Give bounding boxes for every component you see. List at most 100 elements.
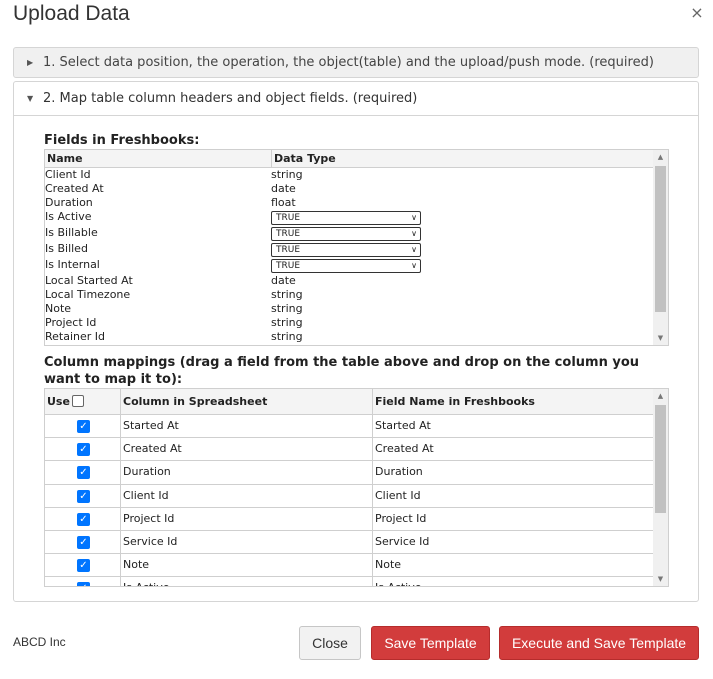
use-column-header: Use: [45, 389, 121, 415]
field-row[interactable]: Is Internal TRUE ∨: [45, 258, 654, 274]
field-row[interactable]: Local Started At date: [45, 274, 654, 288]
field-name: Retainer Id: [45, 330, 106, 343]
step-1-header[interactable]: ▶ 1. Select data position, the operation,…: [13, 47, 699, 78]
mapped-field-cell[interactable]: Service Id: [373, 531, 654, 553]
field-type-value: TRUE: [276, 245, 301, 255]
fields-header-name: Name: [47, 152, 83, 165]
field-type: date: [271, 182, 296, 195]
mapped-field-cell[interactable]: Note: [373, 554, 654, 576]
mapped-field-cell[interactable]: Created At: [373, 438, 654, 460]
field-row[interactable]: Duration float: [45, 196, 654, 210]
chevron-down-icon: ∨: [411, 261, 417, 270]
use-checkbox[interactable]: ✓: [77, 466, 90, 480]
mapping-use-cell: ✓: [45, 438, 121, 461]
save-template-button[interactable]: Save Template: [371, 626, 490, 660]
mappings-title: Column mappings (drag a field from the t…: [44, 355, 640, 387]
fields-table-header: Name Data Type: [45, 150, 654, 168]
mapping-row[interactable]: ✓ Project Id Project Id: [45, 507, 654, 531]
mapping-use-cell: ✓: [45, 507, 121, 530]
field-name: Note: [45, 302, 72, 315]
mapping-row[interactable]: ✓ Started At Started At: [45, 415, 654, 439]
use-checkbox[interactable]: ✓: [77, 582, 90, 586]
scroll-up-icon[interactable]: ▲: [653, 150, 668, 164]
use-checkbox[interactable]: ✓: [77, 512, 90, 526]
spreadsheet-column-header: Column in Spreadsheet: [121, 389, 373, 415]
field-row[interactable]: Note string: [45, 302, 654, 316]
fields-title: Fields in Freshbooks:: [44, 133, 200, 148]
field-type-select[interactable]: TRUE ∨: [271, 211, 421, 225]
fields-table: Name Data Type Client Id string Created At…: [44, 149, 669, 346]
field-type: string: [271, 316, 303, 329]
close-icon[interactable]: ×: [688, 4, 706, 22]
spreadsheet-column-cell: Created At: [121, 438, 373, 461]
mapping-use-cell: ✓: [45, 484, 121, 507]
mapped-field-cell[interactable]: Project Id: [373, 508, 654, 530]
field-type-select[interactable]: TRUE ∨: [271, 259, 421, 273]
field-name: Client Id: [45, 168, 91, 181]
step-2-label: 2. Map table column headers and object f…: [43, 91, 418, 106]
step-2-header[interactable]: ▼ 2. Map table column headers and object …: [14, 82, 698, 116]
execute-and-save-button[interactable]: Execute and Save Template: [499, 626, 699, 660]
field-type: string: [271, 168, 303, 181]
spreadsheet-column-cell: Service Id: [121, 530, 373, 554]
mapped-field-cell[interactable]: Started At: [373, 415, 654, 437]
select-all-checkbox[interactable]: [71, 395, 84, 407]
field-type: float: [271, 196, 296, 209]
mapping-row[interactable]: ✓ Client Id Client Id: [45, 484, 654, 508]
scroll-down-icon[interactable]: ▼: [653, 331, 668, 345]
field-name-header: Field Name in Freshbooks: [375, 395, 535, 408]
scroll-thumb[interactable]: [655, 405, 666, 513]
mapping-use-cell: ✓: [45, 554, 121, 577]
field-name: Is Active: [45, 210, 92, 223]
use-checkbox[interactable]: ✓: [77, 489, 90, 503]
field-row[interactable]: Retainer Id string: [45, 330, 654, 344]
field-name: Duration: [45, 196, 93, 209]
mappings-table-body: ✓ Started At Started At ✓ Created At Created …: [45, 415, 668, 586]
field-row[interactable]: Client Id string: [45, 168, 654, 182]
scroll-down-icon[interactable]: ▼: [653, 572, 668, 586]
field-row[interactable]: Is Billable TRUE ∨: [45, 226, 654, 242]
scroll-up-icon[interactable]: ▲: [653, 389, 668, 403]
spreadsheet-column-cell: Started At: [121, 415, 373, 438]
mapping-use-cell: ✓: [45, 415, 121, 438]
field-name: Local Started At: [45, 274, 133, 287]
spreadsheet-column-cell: Note: [121, 554, 373, 577]
field-row[interactable]: Is Billed TRUE ∨: [45, 242, 654, 258]
mapped-field-cell[interactable]: Duration: [373, 461, 654, 483]
mapping-use-cell: ✓: [45, 577, 121, 586]
field-name: Project Id: [45, 316, 97, 329]
close-button[interactable]: Close: [299, 626, 361, 660]
field-row[interactable]: Local Timezone string: [45, 288, 654, 302]
field-type: string: [271, 288, 303, 301]
field-row[interactable]: Created At date: [45, 182, 654, 196]
mapping-row[interactable]: ✓ Service Id Service Id: [45, 530, 654, 555]
spreadsheet-column-cell: Is Active: [121, 577, 373, 586]
fields-scrollbar[interactable]: ▲ ▼: [653, 150, 668, 345]
mapping-row[interactable]: ✓ Is ActiveIs Active: [45, 577, 654, 586]
mappings-scrollbar[interactable]: ▲ ▼: [653, 389, 668, 586]
field-type-value: TRUE: [276, 261, 301, 271]
mapped-field-cell[interactable]: Is Active: [373, 577, 654, 586]
field-type-select[interactable]: TRUE ∨: [271, 243, 421, 257]
chevron-down-icon: ∨: [411, 229, 417, 238]
mapping-row[interactable]: ✓ Note Note: [45, 554, 654, 578]
mapping-row[interactable]: ✓ Duration Duration: [45, 461, 654, 485]
field-type-select[interactable]: TRUE ∨: [271, 227, 421, 241]
caret-down-icon: ▼: [27, 94, 34, 103]
scroll-thumb[interactable]: [655, 166, 666, 312]
use-checkbox[interactable]: ✓: [77, 443, 90, 457]
mapping-row[interactable]: ✓ Created At Created At: [45, 438, 654, 462]
use-checkbox[interactable]: ✓: [77, 535, 90, 549]
spreadsheet-column-cell: Client Id: [121, 484, 373, 507]
field-row[interactable]: Is Active TRUE ∨: [45, 210, 654, 226]
use-checkbox[interactable]: ✓: [77, 559, 90, 573]
mapping-use-cell: ✓: [45, 461, 121, 484]
mapped-field-cell[interactable]: Client Id: [373, 485, 654, 507]
field-type: string: [271, 330, 303, 343]
use-checkbox[interactable]: ✓: [77, 420, 90, 433]
mappings-table-header: Use Column in Spreadsheet Field Name in …: [45, 389, 654, 415]
field-row[interactable]: Project Id string: [45, 316, 654, 330]
dialog-title: Upload Data: [13, 2, 130, 25]
field-type-value: TRUE: [276, 213, 301, 223]
spreadsheet-column-cell: Project Id: [121, 507, 373, 530]
